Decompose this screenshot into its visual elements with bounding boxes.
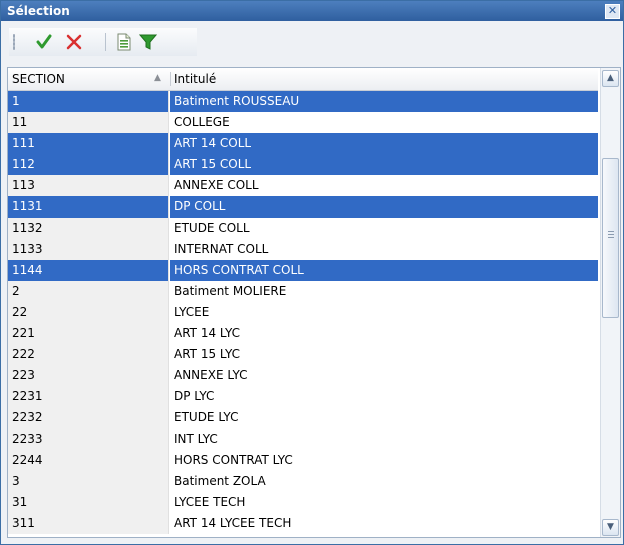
- table-row[interactable]: 1 Batiment ROUSSEAU: [8, 91, 598, 113]
- filter-icon: [138, 34, 158, 50]
- toolstrip: [9, 28, 197, 56]
- filter-button[interactable]: [138, 33, 158, 51]
- table-row[interactable]: 2 Batiment MOLIERE: [8, 280, 598, 302]
- window-title: Sélection: [7, 4, 70, 18]
- chevron-down-icon: ▼: [607, 522, 614, 532]
- cancel-button[interactable]: [65, 33, 83, 51]
- intitule-cell[interactable]: ANNEXE LYC: [170, 365, 598, 386]
- table-row[interactable]: 2232 ETUDE LYC: [8, 407, 598, 429]
- section-code-cell[interactable]: 2231: [8, 386, 169, 408]
- thumb-grip: [608, 231, 614, 239]
- table-row[interactable]: 11 COLLEGE: [8, 112, 598, 134]
- intitule-cell[interactable]: Batiment ZOLA: [170, 471, 598, 492]
- intitule-cell[interactable]: ETUDE LYC: [170, 407, 598, 428]
- table-row[interactable]: 111 ART 14 COLL: [8, 133, 598, 155]
- scroll-thumb[interactable]: [602, 158, 619, 318]
- table-row[interactable]: 221 ART 14 LYC: [8, 323, 598, 345]
- title-bar: Sélection ✕: [1, 1, 623, 21]
- section-code-cell[interactable]: 112: [8, 154, 169, 176]
- intitule-cell[interactable]: COLLEGE: [170, 112, 598, 133]
- intitule-cell[interactable]: ART 14 LYCEE TECH: [170, 513, 598, 534]
- toolbar: [1, 21, 623, 67]
- section-code-cell[interactable]: 223: [8, 365, 169, 387]
- grid-rows: 1 Batiment ROUSSEAU 11 COLLEGE 111 ART 14 COL…: [8, 91, 598, 534]
- column-header-section[interactable]: SECTION: [12, 72, 65, 86]
- table-row[interactable]: 1144 HORS CONTRAT COLL: [8, 259, 598, 281]
- validate-button[interactable]: [35, 33, 53, 51]
- section-code-cell[interactable]: 1: [8, 91, 169, 113]
- intitule-cell[interactable]: ART 14 COLL: [170, 133, 598, 155]
- document-button[interactable]: [115, 33, 133, 51]
- close-button[interactable]: ✕: [605, 4, 620, 19]
- column-divider[interactable]: [170, 72, 171, 86]
- sort-ascending-icon: ▲: [154, 73, 161, 83]
- intitule-cell[interactable]: INTERNAT COLL: [170, 239, 598, 260]
- section-code-cell[interactable]: 22: [8, 301, 169, 324]
- cancel-icon: [66, 34, 82, 50]
- section-code-cell[interactable]: 2: [8, 280, 169, 302]
- selection-dialog: Sélection ✕ SECTION ▲ Intitulé 1 Batimen…: [0, 0, 624, 545]
- intitule-cell[interactable]: ANNEXE COLL: [170, 175, 598, 196]
- chevron-up-icon: ▲: [607, 73, 614, 83]
- section-code-cell[interactable]: 2233: [8, 428, 169, 450]
- grid-header: SECTION ▲ Intitulé: [8, 68, 598, 91]
- section-code-cell[interactable]: 2232: [8, 407, 169, 429]
- table-row[interactable]: 31 LYCEE TECH: [8, 491, 598, 513]
- intitule-cell[interactable]: Batiment ROUSSEAU: [170, 91, 598, 113]
- section-grid: SECTION ▲ Intitulé 1 Batiment ROUSSEAU 11 C…: [7, 67, 621, 538]
- intitule-cell[interactable]: DP COLL: [170, 196, 598, 218]
- table-row[interactable]: 1132 ETUDE COLL: [8, 217, 598, 239]
- table-row[interactable]: 3 Batiment ZOLA: [8, 470, 598, 492]
- table-row[interactable]: 1133 INTERNAT COLL: [8, 238, 598, 260]
- section-code-cell[interactable]: 3: [8, 470, 169, 492]
- table-row[interactable]: 2231 DP LYC: [8, 386, 598, 408]
- close-icon: ✕: [607, 4, 618, 17]
- table-row[interactable]: 113 ANNEXE COLL: [8, 175, 598, 197]
- table-row[interactable]: 2233 INT LYC: [8, 428, 598, 450]
- intitule-cell[interactable]: ART 14 LYC: [170, 323, 598, 344]
- section-code-cell[interactable]: 31: [8, 491, 169, 513]
- section-code-cell[interactable]: 1132: [8, 217, 169, 239]
- table-row[interactable]: 223 ANNEXE LYC: [8, 365, 598, 387]
- table-row[interactable]: 1131 DP COLL: [8, 196, 598, 218]
- section-code-cell[interactable]: 222: [8, 344, 169, 366]
- section-code-cell[interactable]: 2244: [8, 449, 169, 471]
- section-code-cell[interactable]: 311: [8, 512, 169, 534]
- vertical-scrollbar[interactable]: ▲ ▼: [600, 68, 620, 537]
- intitule-cell[interactable]: INT LYC: [170, 429, 598, 450]
- intitule-cell[interactable]: DP LYC: [170, 386, 598, 407]
- table-row[interactable]: 311 ART 14 LYCEE TECH: [8, 512, 598, 534]
- section-code-cell[interactable]: 1133: [8, 238, 169, 260]
- toolbar-separator: [105, 33, 106, 51]
- intitule-cell[interactable]: ART 15 COLL: [170, 154, 598, 176]
- intitule-cell[interactable]: LYCEE: [170, 302, 598, 323]
- intitule-cell[interactable]: HORS CONTRAT COLL: [170, 259, 598, 281]
- intitule-cell[interactable]: LYCEE TECH: [170, 492, 598, 513]
- section-code-cell[interactable]: 1131: [8, 196, 169, 218]
- section-code-cell[interactable]: 1144: [8, 259, 169, 281]
- intitule-cell[interactable]: Batiment MOLIERE: [170, 281, 598, 302]
- section-code-cell[interactable]: 221: [8, 323, 169, 345]
- column-header-intitule[interactable]: Intitulé: [174, 72, 216, 86]
- intitule-cell[interactable]: ETUDE COLL: [170, 218, 598, 239]
- intitule-cell[interactable]: HORS CONTRAT LYC: [170, 450, 598, 471]
- table-row[interactable]: 22 LYCEE: [8, 301, 598, 324]
- table-row[interactable]: 112 ART 15 COLL: [8, 154, 598, 176]
- document-icon: [117, 33, 131, 51]
- section-code-cell[interactable]: 113: [8, 175, 169, 197]
- section-code-cell[interactable]: 11: [8, 112, 169, 134]
- toolbar-grip[interactable]: [13, 34, 15, 50]
- intitule-cell[interactable]: ART 15 LYC: [170, 344, 598, 365]
- scroll-down-button[interactable]: ▼: [602, 519, 619, 536]
- validate-icon: [36, 34, 52, 49]
- scroll-up-button[interactable]: ▲: [602, 70, 619, 87]
- table-row[interactable]: 222 ART 15 LYC: [8, 344, 598, 366]
- table-row[interactable]: 2244 HORS CONTRAT LYC: [8, 449, 598, 471]
- section-code-cell[interactable]: 111: [8, 133, 169, 155]
